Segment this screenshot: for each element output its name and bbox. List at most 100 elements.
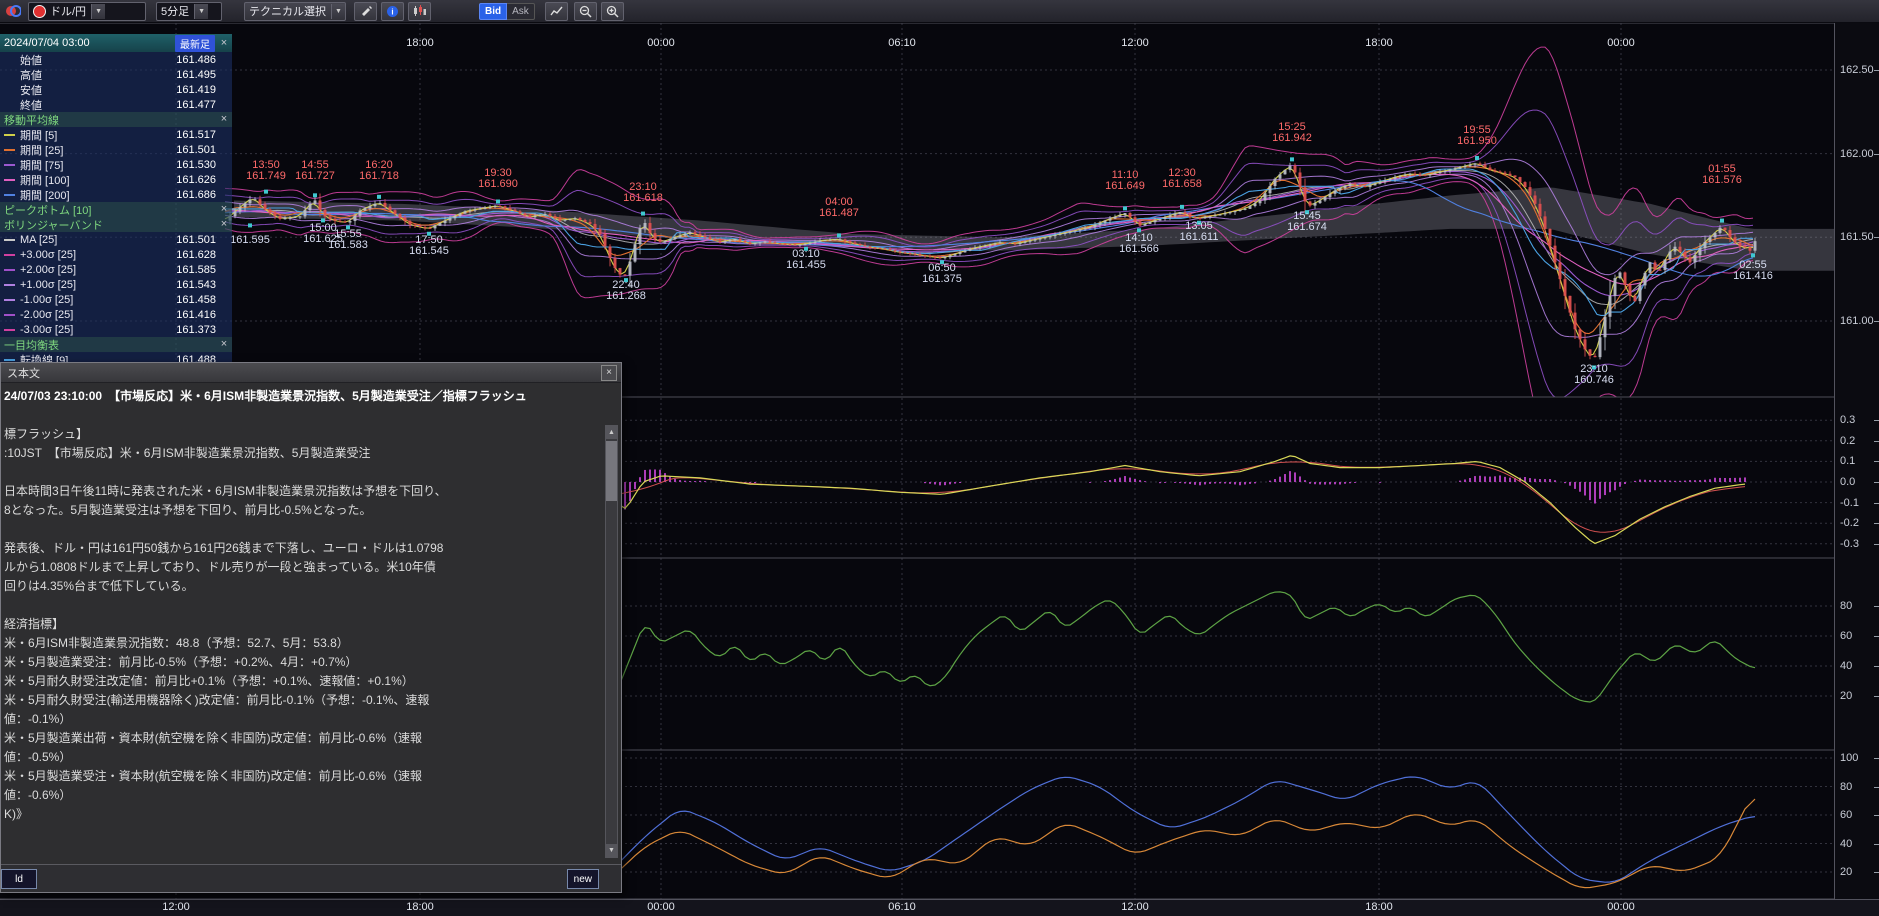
- indicator-value: 161.495: [176, 69, 216, 81]
- bottom-price: 161.416: [1733, 270, 1773, 282]
- close-icon[interactable]: ×: [218, 114, 230, 125]
- indicator-label: 期間 [100]: [20, 172, 176, 188]
- indicator-row: 始値161.486: [0, 52, 232, 67]
- line-swatch-icon: [4, 194, 15, 196]
- axis-tick-dash: [1874, 606, 1879, 607]
- zoom-in-icon: [606, 5, 619, 18]
- scrollbar[interactable]: ▲ ▼: [605, 425, 618, 858]
- indicator-label: 期間 [25]: [20, 142, 176, 158]
- line-swatch-icon: [4, 164, 15, 166]
- axis-tick-dash: [1874, 523, 1879, 524]
- peak-price: 161.727: [295, 170, 335, 182]
- indicator-label: 高値: [20, 67, 176, 83]
- axis-tick: 60: [1840, 809, 1852, 821]
- news-window: ス本文 × 24/07/03 23:10:00 【市場反応】米・6月ISM非製造…: [0, 362, 622, 893]
- news-window-titlebar[interactable]: ス本文 ×: [1, 363, 621, 383]
- currency-pair-label: ドル/円: [50, 3, 86, 19]
- news-body-line: [4, 596, 603, 615]
- line-chart-button[interactable]: [545, 2, 568, 21]
- zoom-out-button[interactable]: [574, 2, 597, 21]
- ask-button[interactable]: Ask: [507, 3, 535, 20]
- close-icon[interactable]: ×: [218, 38, 230, 49]
- axis-tick-dash: [1874, 544, 1879, 545]
- close-icon[interactable]: ×: [601, 365, 617, 381]
- indicator-value: 161.686: [176, 189, 216, 201]
- scroll-up-icon[interactable]: ▲: [606, 426, 617, 439]
- bottom-price: 161.268: [606, 290, 646, 302]
- scrollbar-thumb[interactable]: [606, 441, 617, 501]
- indicator-row: 高値161.495: [0, 67, 232, 82]
- news-body-line: 回りは4.35%台まで低下している。: [4, 577, 603, 596]
- peak-marker: [1720, 219, 1724, 223]
- indicator-value: 161.486: [176, 54, 216, 66]
- line-swatch-icon: [4, 254, 15, 256]
- timeframe-select[interactable]: 5分足 ▼: [156, 2, 222, 21]
- peak-marker: [1180, 205, 1184, 209]
- currency-pair-select[interactable]: ドル/円 ▼: [28, 2, 146, 21]
- section-title: ピークボトム [10]: [4, 202, 218, 218]
- indicator-row: 期間 [200]161.686: [0, 187, 232, 202]
- svg-text:i: i: [391, 7, 393, 16]
- panel-header: 2024/07/04 03:00 最新足 ×: [0, 34, 232, 52]
- indicator-label: +2.00σ [25]: [20, 264, 176, 276]
- axis-tick: 40: [1840, 838, 1852, 850]
- info-button[interactable]: i: [381, 2, 404, 21]
- axis-tick-dash: [1874, 441, 1879, 442]
- candlestick-mode-button[interactable]: [408, 2, 431, 21]
- indicator-row: 期間 [100]161.626: [0, 172, 232, 187]
- info-icon: i: [386, 5, 399, 18]
- candle-datetime: 2024/07/04 03:00: [4, 37, 175, 49]
- axis-tick: 80: [1840, 781, 1852, 793]
- new-news-button[interactable]: new: [567, 869, 599, 889]
- pencil-icon: [360, 5, 372, 17]
- indicator-label: 期間 [5]: [20, 127, 176, 143]
- latest-candle-badge[interactable]: 最新足: [175, 35, 215, 52]
- indicator-row: 終値161.477: [0, 97, 232, 112]
- draw-pencil-button[interactable]: [354, 2, 377, 21]
- axis-tick-dash: [1874, 787, 1879, 788]
- indicator-label: 始値: [20, 52, 176, 68]
- axis-tick: -0.3: [1840, 538, 1859, 550]
- bottom-price: 161.566: [1119, 243, 1159, 255]
- scroll-down-icon[interactable]: ▼: [606, 844, 617, 857]
- bottom-price: 161.674: [1287, 221, 1327, 233]
- price-axis[interactable]: 162.50162.00161.50161.000.30.20.10.0-0.1…: [1834, 23, 1879, 900]
- news-body-line: 米・5月製造業出荷・資本財(航空機を除く非国防)改定値：前月比-0.6%（速報: [4, 729, 603, 748]
- line-swatch-icon: [4, 134, 15, 136]
- axis-tick-dash: [1874, 420, 1879, 421]
- peak-price: 161.942: [1272, 132, 1312, 144]
- axis-tick: 162.00: [1840, 148, 1874, 160]
- close-icon[interactable]: ×: [218, 339, 230, 350]
- axis-tick-dash: [1874, 154, 1879, 155]
- indicator-label: -3.00σ [25]: [20, 324, 176, 336]
- zoom-in-button[interactable]: [601, 2, 624, 21]
- technical-select-button[interactable]: テクニカル選択 ▼: [244, 2, 346, 21]
- old-news-button[interactable]: ld: [1, 869, 37, 889]
- peak-price: 161.487: [819, 207, 859, 219]
- indicator-label: 期間 [200]: [20, 187, 176, 203]
- indicator-value: 161.477: [176, 99, 216, 111]
- indicator-value: 161.458: [176, 294, 216, 306]
- news-body-line: :10JST 【市場反応】米・6月ISM非製造業景況指数、5月製造業受注: [4, 444, 603, 463]
- close-icon[interactable]: ×: [218, 204, 230, 215]
- news-body-line: 日本時間3日午後11時に発表された米・6月ISM非製造業景況指数は予想を下回り、: [4, 482, 603, 501]
- indicator-value: 161.626: [176, 174, 216, 186]
- toolbar: ドル/円 ▼ 5分足 ▼ テクニカル選択 ▼ i Bid Ask: [0, 0, 1879, 23]
- peak-price: 161.749: [246, 170, 286, 182]
- indicator-row: -2.00σ [25]161.416: [0, 307, 232, 322]
- news-body-line: [4, 520, 603, 539]
- indicator-label: +3.00σ [25]: [20, 249, 176, 261]
- technical-select-label: テクニカル選択: [249, 3, 326, 19]
- line-chart-icon: [550, 5, 563, 18]
- axis-tick-dash: [1874, 70, 1879, 71]
- line-swatch-icon: [4, 149, 15, 151]
- news-body-line: 8となった。5月製造業受注は予想を下回り、前月比-0.5%となった。: [4, 501, 603, 520]
- bottom-marker: [1751, 253, 1755, 257]
- peak-price: 161.649: [1105, 180, 1145, 192]
- close-icon[interactable]: ×: [218, 219, 230, 230]
- line-swatch-icon: [4, 299, 15, 301]
- section-header: ピークボトム [10]×: [0, 202, 232, 217]
- bid-button[interactable]: Bid: [479, 3, 507, 20]
- bottom-price: 161.611: [1180, 231, 1219, 243]
- axis-tick: 60: [1840, 630, 1852, 642]
